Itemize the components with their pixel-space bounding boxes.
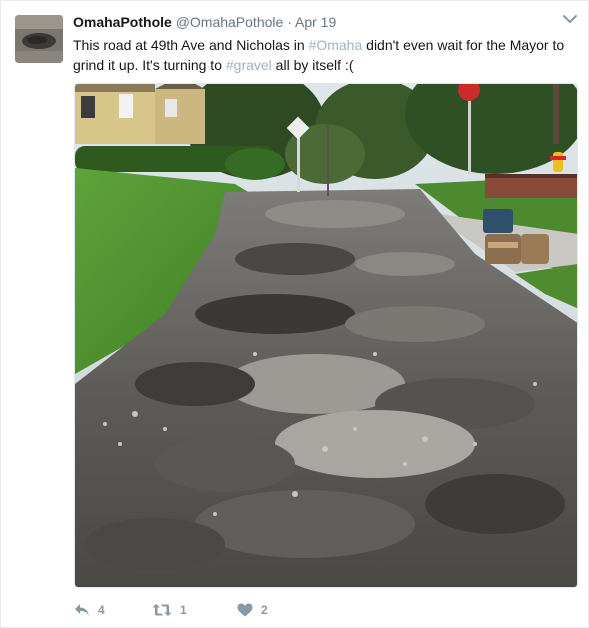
tweet-text-part-3: all by itself :(	[271, 57, 354, 73]
like-count: 2	[261, 603, 268, 617]
tweet-header: OmahaPothole @OmahaPothole · Apr 19	[73, 13, 574, 33]
heart-icon	[237, 603, 253, 617]
retweet-count: 1	[180, 603, 187, 617]
tweet-actions: 4 1 2	[74, 599, 297, 621]
hashtag-omaha[interactable]: #Omaha	[309, 37, 363, 53]
pothole-road-photo	[75, 84, 577, 587]
hashtag-gravel[interactable]: #gravel	[226, 57, 272, 73]
reply-count: 4	[98, 603, 105, 617]
avatar-image	[15, 15, 63, 63]
reply-icon	[75, 604, 89, 616]
avatar[interactable]	[15, 15, 63, 63]
like-button[interactable]: 2	[237, 603, 297, 617]
retweet-icon	[152, 604, 172, 616]
reply-button[interactable]: 4	[74, 603, 152, 617]
tweet-photo[interactable]	[74, 83, 578, 588]
tweet-timestamp[interactable]: Apr 19	[295, 14, 336, 30]
user-handle[interactable]: @OmahaPothole	[176, 14, 284, 30]
separator-dot: ·	[287, 14, 292, 30]
tweet-text-part-1: This road at 49th Ave and Nicholas in	[73, 37, 309, 53]
chevron-down-icon[interactable]	[562, 13, 578, 25]
display-name[interactable]: OmahaPothole	[73, 14, 172, 30]
tweet-text: This road at 49th Ave and Nicholas in #O…	[73, 35, 581, 75]
retweet-button[interactable]: 1	[152, 603, 237, 617]
tweet-card: OmahaPothole @OmahaPothole · Apr 19 This…	[0, 0, 589, 628]
